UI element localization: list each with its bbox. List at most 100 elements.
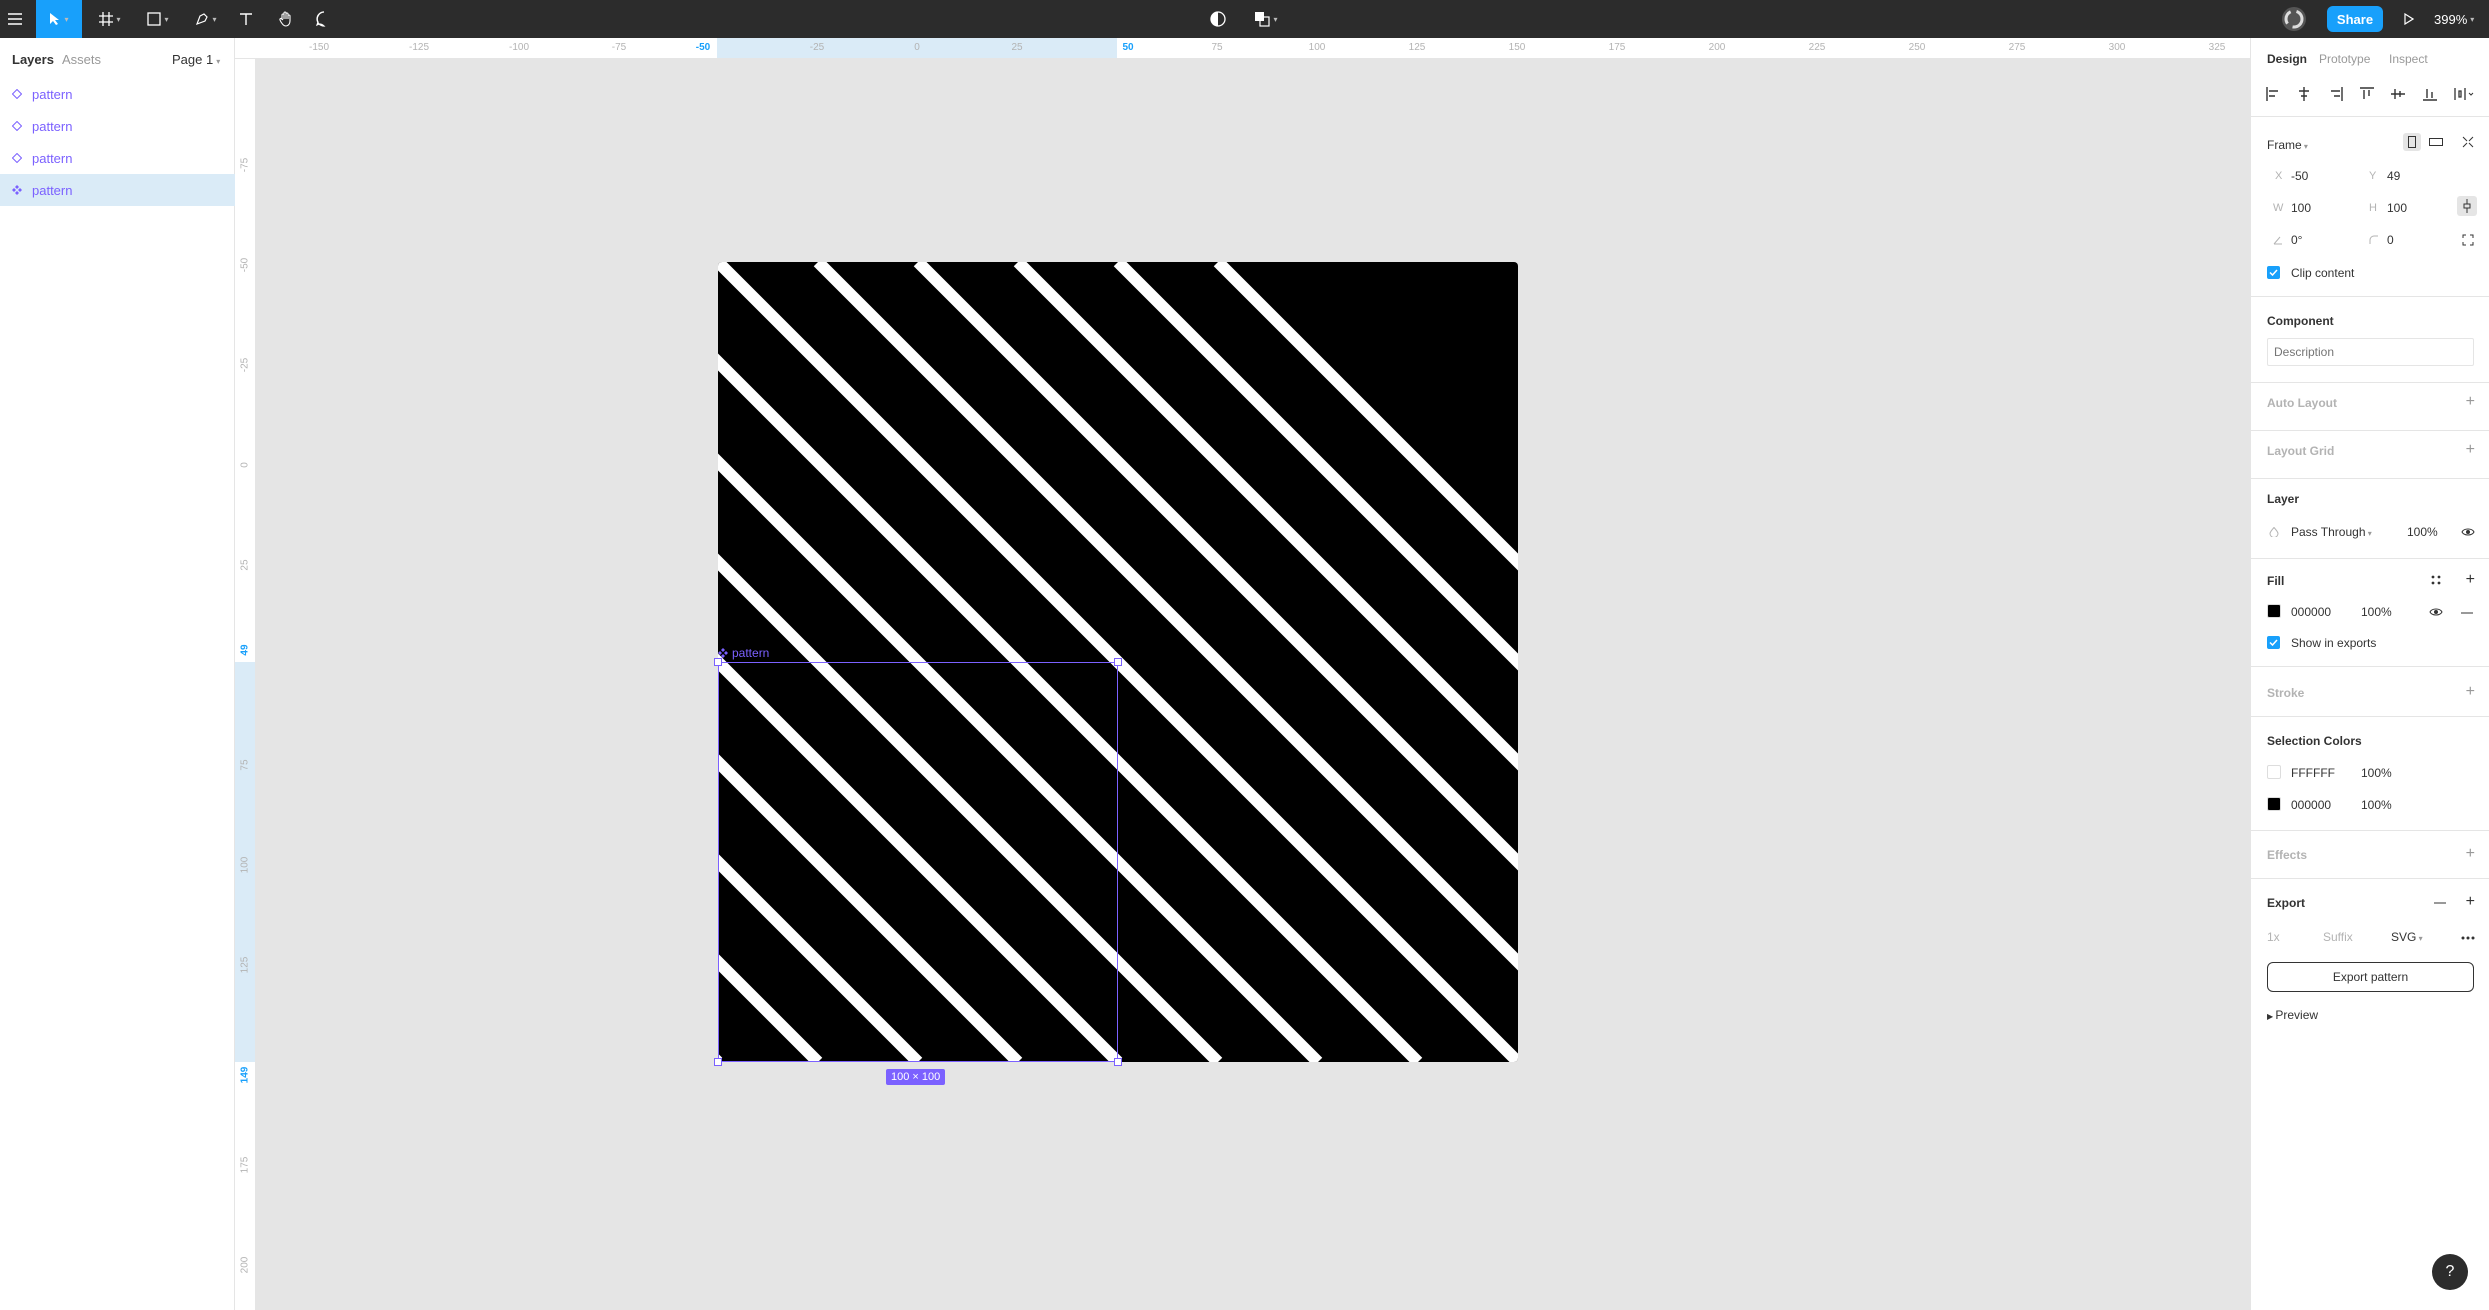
help-button[interactable]: ? (2432, 1254, 2468, 1290)
fill-opacity-input[interactable]: 100% (2361, 605, 2392, 619)
component-description-input[interactable] (2267, 338, 2474, 366)
zoom-menu[interactable]: 399% ▾ (2434, 0, 2474, 38)
x-input[interactable]: -50 (2291, 169, 2308, 183)
selection-color-opacity[interactable]: 100% (2361, 766, 2392, 780)
pen-tool-button[interactable]: ▾ (188, 0, 224, 38)
divider (2251, 430, 2489, 431)
align-top-icon[interactable] (2359, 86, 2375, 102)
layer-opacity-input[interactable]: 100% (2407, 525, 2438, 539)
ruler-label: 125 (1408, 42, 1426, 53)
main-menu-button[interactable] (0, 0, 30, 38)
ruler-label: -100 (508, 42, 530, 53)
move-tool-button[interactable]: ▾ (36, 0, 82, 38)
portrait-button[interactable] (2403, 133, 2421, 151)
ruler-label: 175 (239, 1156, 251, 1174)
independent-corners-icon[interactable] (2462, 234, 2474, 246)
present-button[interactable] (2398, 0, 2420, 38)
tab-assets[interactable]: Assets (62, 52, 101, 67)
add-effect-button[interactable]: + (2466, 846, 2475, 862)
y-label: Y (2369, 170, 2377, 182)
tab-design[interactable]: Design (2267, 52, 2307, 66)
add-fill-button[interactable]: + (2466, 572, 2475, 588)
layer-item-selected[interactable]: pattern (0, 174, 235, 206)
style-grid-icon[interactable] (2431, 575, 2441, 585)
hand-tool-button[interactable] (274, 0, 298, 38)
distribute-icon[interactable] (2453, 86, 2475, 102)
align-right-icon[interactable] (2328, 86, 2344, 102)
selection-color-hex[interactable]: FFFFFF (2291, 766, 2335, 780)
export-button[interactable]: Export pattern (2267, 962, 2474, 992)
layer-item[interactable]: pattern (0, 110, 235, 142)
canvas[interactable]: pattern 100 × 100 (256, 59, 2250, 1310)
align-horizontal-center-icon[interactable] (2296, 86, 2312, 102)
main-component-icon (718, 648, 728, 658)
resize-handle-bottom-right[interactable] (1114, 1058, 1122, 1066)
tab-layers[interactable]: Layers (12, 52, 54, 67)
ruler-label: 300 (2108, 42, 2126, 53)
resize-handle-top-left[interactable] (714, 658, 722, 666)
selection-name: pattern (732, 646, 770, 660)
theme-toggle-button[interactable] (1206, 0, 1230, 38)
check-icon (2269, 639, 2278, 646)
effects-title: Effects (2267, 848, 2308, 862)
add-auto-layout-button[interactable]: + (2466, 394, 2475, 410)
share-button[interactable]: Share (2327, 6, 2383, 32)
add-layout-grid-button[interactable]: + (2466, 442, 2475, 458)
stripe (1213, 262, 1518, 571)
tab-inspect[interactable]: Inspect (2389, 52, 2428, 66)
align-left-icon[interactable] (2265, 86, 2281, 102)
resize-to-fit-button[interactable] (2459, 133, 2477, 151)
tab-prototype[interactable]: Prototype (2319, 52, 2370, 66)
frame-tool-button[interactable]: ▾ (92, 0, 128, 38)
layer-name: pattern (32, 150, 73, 166)
width-input[interactable]: 100 (2291, 201, 2311, 215)
selection-color-opacity[interactable]: 100% (2361, 798, 2392, 812)
minus-icon[interactable] (2461, 612, 2473, 614)
toolbar: ▾ ▾ ▾ ▾ ▾ Share 399% ▾ (0, 0, 2489, 38)
ruler-label-highlight: 50 (1122, 42, 1134, 53)
landscape-icon (2429, 138, 2443, 146)
ruler-label: 75 (1211, 42, 1223, 53)
add-stroke-button[interactable]: + (2466, 684, 2475, 700)
export-suffix-input[interactable]: Suffix (2323, 930, 2353, 944)
clip-content-checkbox[interactable] (2267, 266, 2280, 279)
zoom-level: 399% (2434, 11, 2468, 27)
fill-swatch[interactable] (2267, 604, 2281, 618)
selection-color-swatch[interactable] (2267, 765, 2281, 779)
ruler-label: 200 (239, 1256, 251, 1274)
more-options-icon[interactable] (2461, 936, 2475, 940)
constrain-proportions-button[interactable] (2457, 196, 2477, 216)
add-export-button[interactable]: + (2466, 894, 2475, 910)
height-input[interactable]: 100 (2387, 201, 2407, 215)
eye-icon[interactable] (2429, 607, 2443, 617)
layer-item[interactable]: pattern (0, 142, 235, 174)
export-format-dropdown[interactable]: SVG ▾ (2391, 930, 2423, 944)
align-bottom-icon[interactable] (2422, 86, 2438, 102)
landscape-button[interactable] (2427, 133, 2445, 151)
show-in-exports-checkbox[interactable] (2267, 636, 2280, 649)
comment-tool-button[interactable] (312, 0, 336, 38)
export-scale-input[interactable]: 1x (2267, 930, 2280, 944)
fill-hex-input[interactable]: 000000 (2291, 605, 2331, 619)
divider (2251, 716, 2489, 717)
shape-tool-button[interactable]: ▾ (140, 0, 176, 38)
eye-icon[interactable] (2461, 527, 2475, 537)
blend-mode-dropdown[interactable]: Pass Through ▾ (2291, 525, 2372, 539)
minus-icon[interactable] (2434, 902, 2446, 904)
rotation-input[interactable]: 0° (2291, 233, 2302, 247)
selection-color-hex[interactable]: 000000 (2291, 798, 2331, 812)
selection-box[interactable] (714, 658, 1122, 1066)
layer-item[interactable]: pattern (0, 78, 235, 110)
selection-color-swatch[interactable] (2267, 797, 2281, 811)
resize-handle-bottom-left[interactable] (714, 1058, 722, 1066)
y-input[interactable]: 49 (2387, 169, 2400, 183)
page-selector[interactable]: Page 1 ▾ (172, 52, 220, 67)
resize-handle-top-right[interactable] (1114, 658, 1122, 666)
avatar[interactable] (2280, 0, 2308, 38)
component-menu-button[interactable]: ▾ (1248, 0, 1284, 38)
align-vertical-center-icon[interactable] (2390, 86, 2406, 102)
frame-preset-dropdown[interactable]: Frame ▾ (2267, 138, 2308, 152)
text-tool-button[interactable] (236, 0, 256, 38)
corner-radius-input[interactable]: 0 (2387, 233, 2394, 247)
preview-toggle[interactable]: ▶ Preview (2267, 1008, 2318, 1022)
